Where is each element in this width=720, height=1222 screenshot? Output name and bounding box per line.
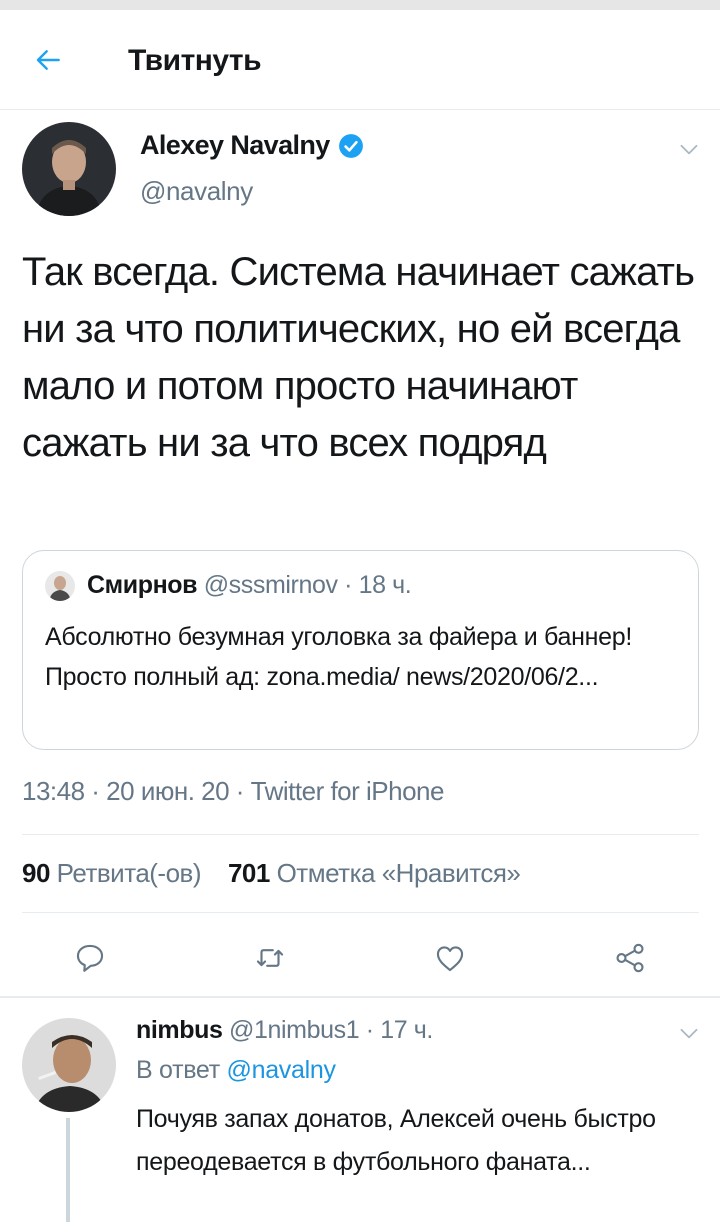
reply-icon (76, 944, 104, 972)
retweet-icon (256, 949, 284, 967)
heart-icon (436, 946, 464, 972)
reply-author-avatar[interactable] (22, 1018, 116, 1112)
tweet-action-bar (0, 930, 720, 986)
back-button[interactable] (28, 40, 68, 80)
quoted-author-avatar (45, 571, 75, 601)
reply-button[interactable] (70, 938, 110, 978)
retweets-stat[interactable]: 90 Ретвита(-ов) (22, 858, 202, 888)
status-bar (0, 0, 720, 10)
quoted-tweet-card[interactable]: Смирнов @sssmirnov · 18 ч. Абсолютно без… (22, 550, 699, 750)
reply-to-line: В ответ @navalny (136, 1056, 336, 1085)
quoted-author-name: Смирнов (87, 571, 198, 599)
author-handle[interactable]: @navalny (140, 176, 253, 207)
like-button[interactable] (430, 938, 470, 978)
likes-count: 701 (227, 858, 270, 888)
reply-author-meta: @1nimbus1 · 17 ч. (229, 1016, 433, 1044)
quoted-tweet-header: Смирнов @sssmirnov · 18 ч. (87, 571, 412, 600)
share-button[interactable] (610, 938, 650, 978)
chevron-down-icon[interactable] (676, 1020, 702, 1046)
reply-to-mention[interactable]: @navalny (227, 1056, 336, 1084)
tweet-stats: 90 Ретвита(-ов) 701 Отметка «Нравится» (22, 858, 521, 889)
retweets-label: Ретвита(-ов) (56, 858, 202, 888)
tweet-timestamp: 13:48 · 20 июн. 20 · Twitter for iPhone (22, 776, 444, 806)
arrow-left-icon (36, 50, 60, 70)
divider (22, 834, 699, 835)
retweets-count: 90 (22, 858, 50, 888)
reply-text: Почуяв запах донатов, Алексей очень быст… (136, 1105, 656, 1176)
author-name-row[interactable]: Alexey Navalny (140, 130, 364, 161)
likes-stat[interactable]: 701 Отметка «Нравится» (227, 858, 521, 888)
author-avatar[interactable] (22, 122, 116, 216)
author-name[interactable]: Alexey Navalny (140, 130, 330, 161)
divider (22, 912, 699, 913)
reply-author-name[interactable]: nimbus (136, 1016, 223, 1044)
share-icon (616, 943, 644, 973)
tweet-text: Так всегда. Система начинает сажать ни з… (22, 250, 695, 465)
verified-badge-icon (338, 133, 363, 158)
quoted-author-meta: @sssmirnov · 18 ч. (203, 571, 412, 599)
divider (0, 996, 720, 998)
chevron-down-icon[interactable] (676, 136, 702, 162)
app-header: Твитнуть (0, 10, 720, 110)
reply-to-prefix: В ответ (136, 1056, 220, 1084)
retweet-button[interactable] (250, 938, 290, 978)
quoted-tweet-text: Абсолютно безумная уголовка за файера и … (45, 623, 632, 691)
page-title: Твитнуть (128, 44, 262, 77)
reply-header: nimbus @1nimbus1 · 17 ч. (136, 1016, 433, 1045)
likes-label: Отметка «Нравится» (276, 858, 521, 888)
thread-connector-line (66, 1118, 70, 1222)
